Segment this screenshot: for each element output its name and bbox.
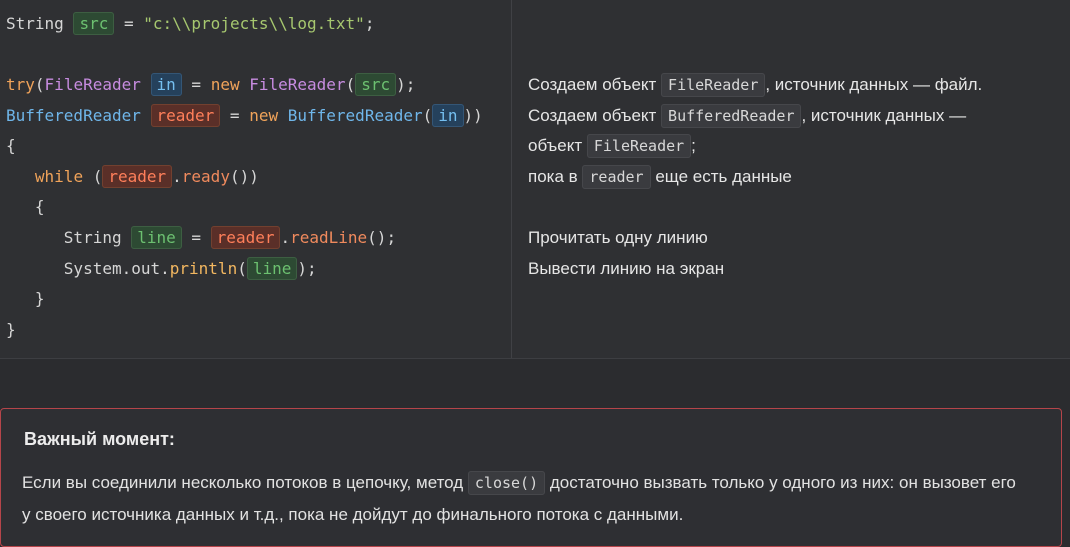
important-note: Важный момент: Если вы соединили несколь… [0,408,1062,547]
var-src-highlight: src [73,12,115,35]
note-title: Важный момент: [24,429,175,449]
code-table: String src = "c:\\projects\\log.txt"; tr… [0,0,1070,359]
var-in-highlight: in [150,73,182,96]
inline-code: BufferedReader [661,104,802,128]
inline-code: FileReader [661,73,766,97]
description-line: Вывести линию на экран [528,259,725,278]
inline-code: close() [467,471,546,495]
description-line: Создаем объект FileReader, источник данн… [528,70,982,100]
var-reader-highlight: reader [102,165,173,188]
var-reader-highlight: reader [150,104,221,127]
code-line: BufferedReader reader = new BufferedRead… [6,104,483,127]
code-column: String src = "c:\\projects\\log.txt"; tr… [0,0,512,358]
code-line: System.out.println(line); [6,257,317,280]
code-line: try(FileReader in = new FileReader(src); [6,73,416,96]
var-reader-highlight: reader [210,226,281,249]
description-column: Создаем объект FileReader, источник данн… [512,0,1070,358]
code-line: { [6,136,16,155]
description-line: объект FileReader; [528,131,696,161]
description-line: Создаем объект BufferedReader, источник … [528,101,966,131]
inline-code: FileReader [586,134,692,158]
code-line: while (reader .ready()) [34,165,259,188]
var-line-highlight: line [246,257,298,280]
code-line: } [6,320,16,339]
description-line: Прочитать одну линию [528,228,708,247]
string-literal: "c:\\projects\\log.txt" [143,14,365,33]
code-line: String line = reader .readLine(); [6,226,397,249]
note-text: Если вы соединили несколько потоков в це… [22,471,1016,524]
inline-code: reader [582,165,651,189]
var-in-highlight: in [432,104,464,127]
var-src-highlight: src [355,73,397,96]
code-line: { [6,197,45,216]
code-line: } [6,289,45,308]
var-line-highlight: line [131,226,182,249]
code-line: String src = "c:\\projects\\log.txt"; [6,12,375,35]
description-line: пока в reader еще есть данные [528,162,792,192]
